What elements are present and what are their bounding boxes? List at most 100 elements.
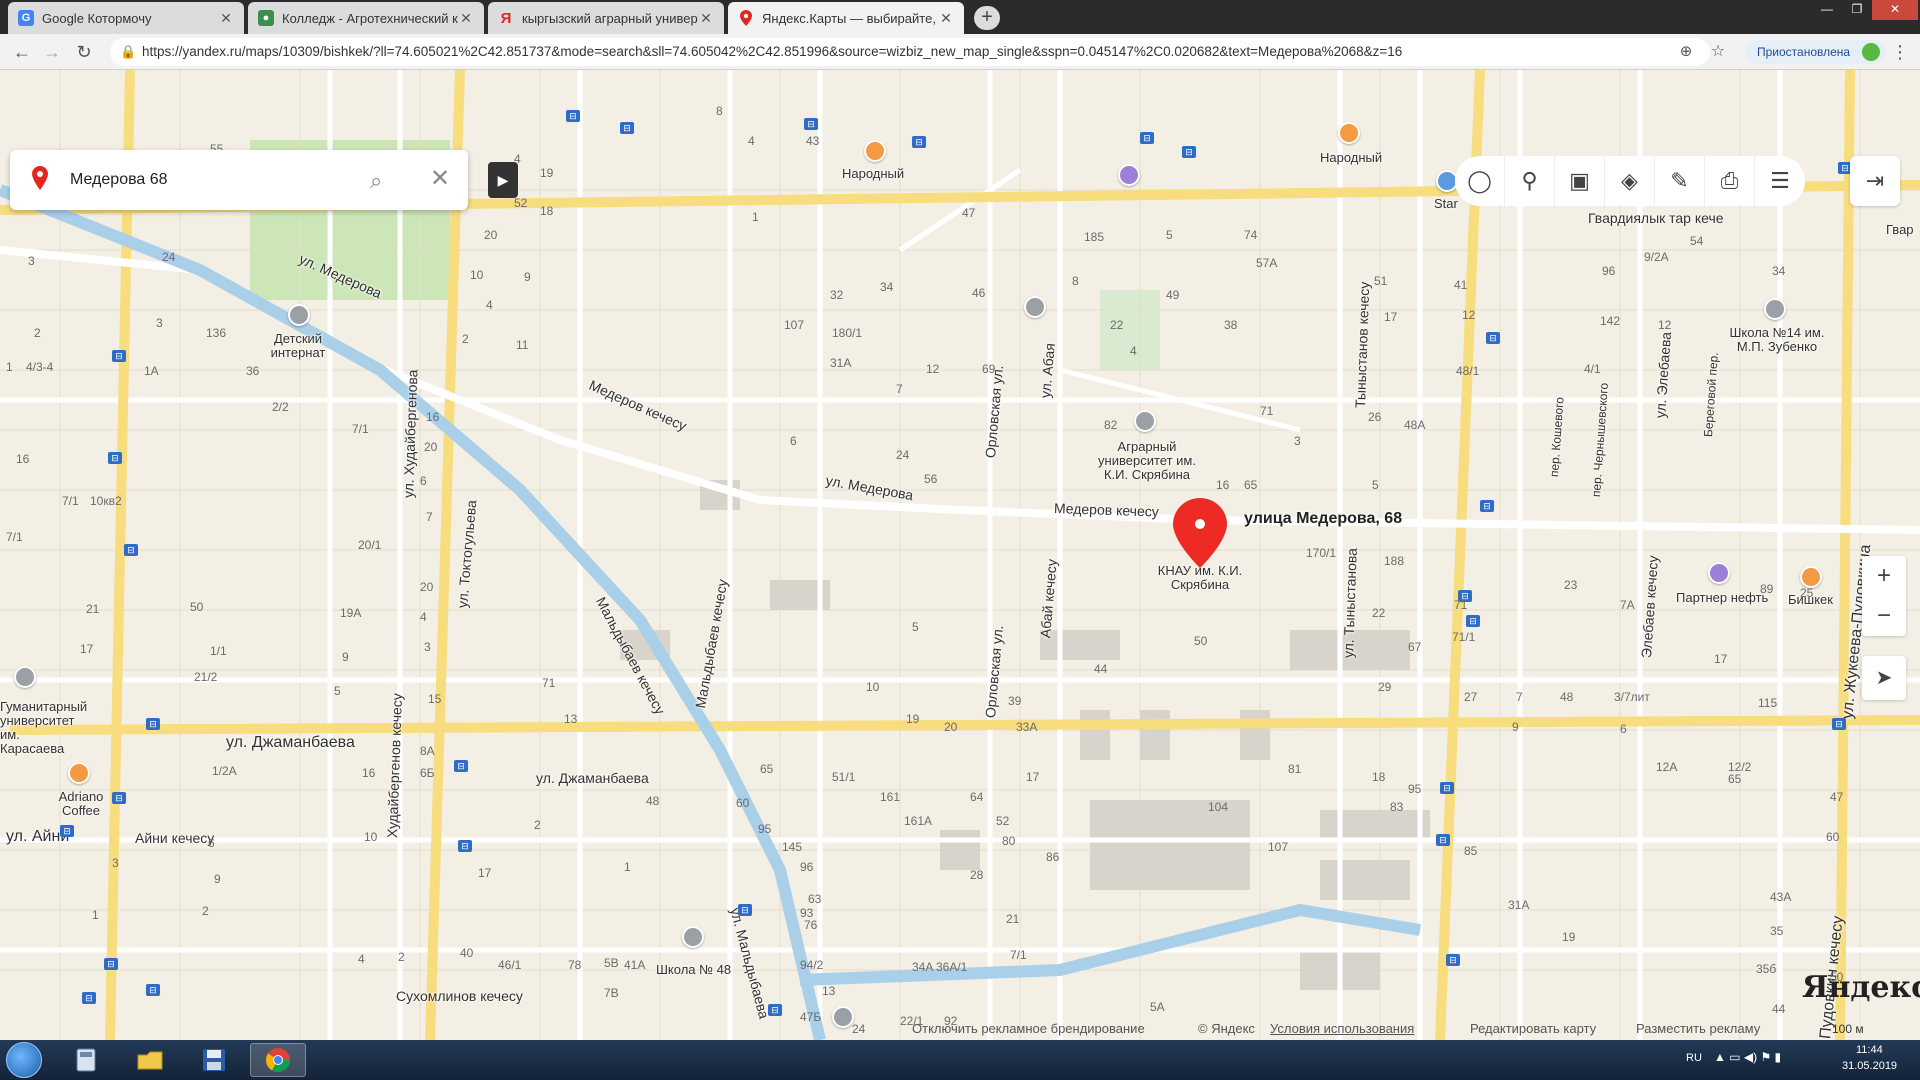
- collapse-panel-button[interactable]: ▶: [488, 162, 518, 198]
- map-canvas[interactable]: ул. Медерова Медеров кечесу ул. Медерова…: [0, 70, 1920, 1040]
- bus-stop-icon[interactable]: ⊟: [1486, 332, 1500, 344]
- advertise-link[interactable]: Разместить рекламу: [1636, 1021, 1760, 1036]
- ruler-icon[interactable]: ✎: [1655, 156, 1705, 206]
- close-icon[interactable]: ✕: [698, 10, 714, 27]
- close-icon[interactable]: ✕: [218, 10, 234, 27]
- panorama-icon[interactable]: ⚲: [1505, 156, 1555, 206]
- calculator-icon[interactable]: [58, 1043, 114, 1077]
- lock-icon[interactable]: 🔒: [120, 44, 136, 60]
- house-number: 26: [1368, 410, 1382, 424]
- bus-stop-icon[interactable]: ⊟: [124, 544, 138, 556]
- disable-branding-link[interactable]: Отключить рекламное брендирование: [912, 1021, 1145, 1036]
- shop-marker[interactable]: [1338, 122, 1360, 144]
- bus-stop-icon[interactable]: ⊟: [146, 984, 160, 996]
- edit-map-link[interactable]: Редактировать карту: [1470, 1021, 1596, 1036]
- bus-stop-icon[interactable]: ⊟: [1832, 718, 1846, 730]
- bus-stop-icon[interactable]: ⊟: [1446, 954, 1460, 966]
- shop-marker[interactable]: [1800, 566, 1822, 588]
- start-button[interactable]: [6, 1042, 42, 1078]
- language-indicator[interactable]: RU: [1686, 1052, 1702, 1064]
- login-icon[interactable]: ⇥: [1850, 156, 1900, 206]
- layers-icon[interactable]: ◈: [1605, 156, 1655, 206]
- bus-stop-icon[interactable]: ⊟: [738, 904, 752, 916]
- bus-stop-icon[interactable]: ⊟: [620, 122, 634, 134]
- tray-icons[interactable]: ▲ ▭ ◀) ⚑ ▮: [1714, 1050, 1781, 1064]
- menu-icon[interactable]: ☰: [1755, 156, 1805, 206]
- search-input[interactable]: Медерова 68: [70, 150, 168, 210]
- poi-marker[interactable]: [1118, 164, 1140, 186]
- zoom-icon[interactable]: ⊕: [1676, 42, 1696, 62]
- copyright-text: © Яндекс: [1198, 1021, 1255, 1036]
- school-marker[interactable]: [288, 304, 310, 326]
- bus-stop-icon[interactable]: ⊟: [1480, 500, 1494, 512]
- bus-stop-icon[interactable]: ⊟: [458, 840, 472, 852]
- selected-location-marker[interactable]: [1171, 496, 1229, 570]
- new-tab-button[interactable]: +: [974, 6, 1000, 30]
- bus-stop-icon[interactable]: ⊟: [60, 825, 74, 837]
- university-marker[interactable]: [1134, 410, 1156, 432]
- bus-stop-icon[interactable]: ⊟: [146, 718, 160, 730]
- sync-paused-chip[interactable]: Приостановлена: [1745, 40, 1887, 64]
- star-icon[interactable]: ☆: [1708, 42, 1728, 62]
- tab-yandex-maps[interactable]: Яндекс.Карты — выбирайте, гд ✕: [728, 2, 964, 34]
- transport-icon[interactable]: ▣: [1555, 156, 1605, 206]
- bus-stop-icon[interactable]: ⊟: [112, 792, 126, 804]
- geolocation-button[interactable]: ➤: [1862, 656, 1906, 700]
- house-number: 1/2A: [212, 764, 237, 778]
- bus-stop-icon[interactable]: ⊟: [1436, 834, 1450, 846]
- bus-stop-icon[interactable]: ⊟: [1140, 132, 1154, 144]
- bus-stop-icon[interactable]: ⊟: [1466, 615, 1480, 627]
- tab-google-translate[interactable]: G Google Котормочу ✕: [8, 2, 244, 34]
- house-number: 48: [1560, 690, 1574, 704]
- house-number: 65: [1728, 772, 1742, 786]
- house-number: 34A: [912, 960, 934, 974]
- zoom-out-button[interactable]: −: [1862, 596, 1906, 636]
- close-icon[interactable]: ✕: [458, 10, 474, 27]
- clear-search-icon[interactable]: ✕: [430, 164, 450, 193]
- clock-date[interactable]: 31.05.2019: [1842, 1060, 1897, 1072]
- house-number: 94/2: [800, 958, 824, 972]
- zoom-in-button[interactable]: +: [1862, 556, 1906, 596]
- house-number: 71: [1260, 404, 1274, 418]
- house-number: 12: [1462, 308, 1476, 322]
- browser-tab-bar: G Google Котормочу ✕ ● Колледж - Агротех…: [0, 0, 1920, 34]
- file-explorer-icon[interactable]: [122, 1043, 178, 1077]
- bus-stop-icon[interactable]: ⊟: [768, 1004, 782, 1016]
- chrome-icon[interactable]: [250, 1043, 306, 1077]
- floppy-icon[interactable]: [186, 1043, 242, 1077]
- url-field[interactable]: https://yandex.ru/maps/10309/bishkek/?ll…: [110, 38, 1710, 66]
- bus-stop-icon[interactable]: ⊟: [82, 992, 96, 1004]
- back-icon[interactable]: ←: [12, 42, 32, 62]
- shop-marker[interactable]: [864, 140, 886, 162]
- clock-time[interactable]: 11:44: [1856, 1044, 1883, 1056]
- close-window-icon[interactable]: ✕: [1872, 0, 1918, 20]
- terms-link[interactable]: Условия использования: [1270, 1021, 1414, 1036]
- bus-stop-icon[interactable]: ⊟: [566, 110, 580, 122]
- tab-college[interactable]: ● Колледж - Агротехнический ко ✕: [248, 2, 484, 34]
- bus-stop-icon[interactable]: ⊟: [912, 136, 926, 148]
- bus-stop-icon[interactable]: ⊟: [104, 958, 118, 970]
- bus-stop-icon[interactable]: ⊟: [112, 350, 126, 362]
- print-icon[interactable]: ⎙: [1705, 156, 1755, 206]
- bus-stop-icon[interactable]: ⊟: [108, 452, 122, 464]
- poi-marker[interactable]: [1024, 296, 1046, 318]
- bus-stop-icon[interactable]: ⊟: [1440, 782, 1454, 794]
- reload-icon[interactable]: ↻: [74, 42, 94, 62]
- fuel-marker[interactable]: [1708, 562, 1730, 584]
- maximize-icon[interactable]: ❐: [1842, 0, 1872, 20]
- university-marker[interactable]: [14, 666, 36, 688]
- cafe-marker[interactable]: [68, 762, 90, 784]
- bus-stop-icon[interactable]: ⊟: [804, 118, 818, 130]
- map-toolbar: ◯ ⚲ ▣ ◈ ✎ ⎙ ☰: [1455, 156, 1835, 206]
- bus-stop-icon[interactable]: ⊟: [454, 760, 468, 772]
- close-icon[interactable]: ✕: [938, 10, 954, 27]
- browser-menu-icon[interactable]: ⋮: [1890, 42, 1910, 62]
- school-marker[interactable]: [1764, 298, 1786, 320]
- search-icon[interactable]: ⌕: [370, 168, 382, 194]
- tab-yandex-search[interactable]: Я кыргызский аграрный универс ✕: [488, 2, 724, 34]
- school-marker[interactable]: [682, 926, 704, 948]
- bus-stop-icon[interactable]: ⊟: [1182, 146, 1196, 158]
- minimize-icon[interactable]: —: [1812, 0, 1842, 20]
- forward-icon[interactable]: →: [42, 42, 62, 62]
- traffic-icon[interactable]: ◯: [1455, 156, 1505, 206]
